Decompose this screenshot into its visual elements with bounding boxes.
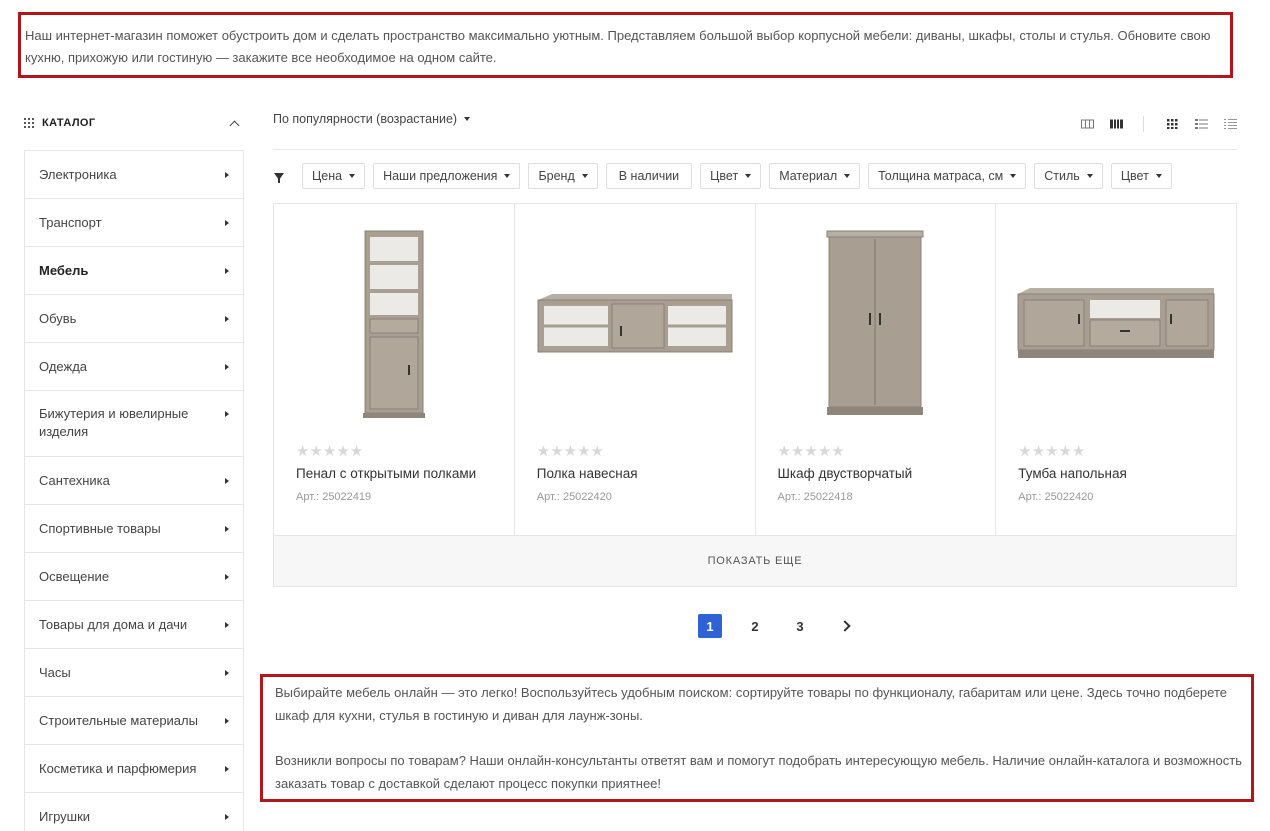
rating-stars: ★★★★★ bbox=[1018, 443, 1086, 460]
product-card[interactable]: ★★★★★ Полка навесная Арт.: 25022420 bbox=[515, 204, 756, 535]
chevron-right-icon bbox=[225, 573, 229, 580]
sort-select[interactable]: По популярности (возрастание) bbox=[273, 112, 471, 126]
catalog-title: КАТАЛОГ bbox=[42, 117, 96, 129]
chevron-right-icon bbox=[225, 219, 229, 226]
chevron-up-icon bbox=[229, 120, 240, 130]
pagination: 1 2 3 bbox=[698, 614, 851, 638]
catalog-toggle[interactable]: КАТАЛОГ bbox=[24, 112, 244, 134]
product-image[interactable] bbox=[996, 224, 1236, 424]
product-article: Арт.: 25022420 bbox=[536, 491, 612, 503]
product-name[interactable]: Полка навесная bbox=[537, 466, 638, 481]
sidebar-item-clothing[interactable]: Одежда bbox=[25, 343, 243, 391]
list-view-icon[interactable] bbox=[1195, 119, 1208, 129]
chevron-right-icon bbox=[225, 717, 229, 724]
product-card[interactable]: ★★★★★ Пенал с открытыми полками Арт.: 25… bbox=[274, 204, 515, 535]
seo-text-box: Выбирайте мебель онлайн — это легко! Вос… bbox=[260, 674, 1254, 802]
product-image[interactable] bbox=[756, 224, 996, 424]
chevron-right-icon bbox=[225, 411, 229, 417]
tile-view-icon[interactable] bbox=[1166, 119, 1179, 129]
product-card[interactable]: ★★★★★ Шкаф двустворчатый Арт.: 25022418 bbox=[756, 204, 997, 535]
rating-stars: ★★★★★ bbox=[536, 443, 604, 460]
caret-down-icon bbox=[1086, 174, 1093, 178]
rating-stars: ★★★★★ bbox=[296, 443, 364, 460]
tv-stand-image bbox=[1017, 288, 1215, 358]
caret-down-icon bbox=[464, 117, 471, 121]
chevron-right-icon bbox=[225, 621, 229, 628]
filter-our-offers[interactable]: Наши предложения bbox=[373, 163, 521, 189]
sidebar-item-watches[interactable]: Часы bbox=[25, 649, 243, 697]
grid-4-columns-icon[interactable] bbox=[1110, 119, 1123, 129]
filter-bar: Цена Наши предложения Бренд В наличии Цв… bbox=[273, 163, 1180, 189]
catalog-sidebar: Электроника Транспорт Мебель Обувь Одежд… bbox=[24, 150, 244, 831]
filter-material[interactable]: Материал bbox=[769, 163, 861, 189]
sidebar-item-building-materials[interactable]: Строительные материалы bbox=[25, 697, 243, 745]
sidebar-item-home-garden[interactable]: Товары для дома и дачи bbox=[25, 601, 243, 649]
caret-down-icon bbox=[1010, 174, 1017, 178]
view-divider bbox=[1143, 116, 1144, 132]
seo-paragraph-1: Выбирайте мебель онлайн — это легко! Вос… bbox=[275, 685, 1228, 723]
sidebar-item-toys[interactable]: Игрушки bbox=[25, 793, 243, 831]
filter-mattress-thickness[interactable]: Толщина матраса, см bbox=[868, 163, 1027, 189]
filter-color[interactable]: Цвет bbox=[700, 163, 762, 189]
sidebar-item-jewelry[interactable]: Бижутерия и ювелирные изделия bbox=[25, 391, 243, 457]
chevron-right-icon bbox=[225, 477, 229, 484]
show-more-button[interactable]: ПОКАЗАТЬ ЕЩЕ bbox=[273, 535, 1237, 587]
sidebar-item-shoes[interactable]: Обувь bbox=[25, 295, 243, 343]
product-image[interactable] bbox=[515, 224, 755, 424]
sidebar-item-sports[interactable]: Спортивные товары bbox=[25, 505, 243, 553]
product-article: Арт.: 25022418 bbox=[777, 491, 853, 503]
chevron-right-icon bbox=[225, 267, 229, 274]
sort-toolbar: По популярности (возрастание) bbox=[273, 108, 1237, 150]
page-2-button[interactable]: 2 bbox=[743, 614, 767, 638]
caret-down-icon bbox=[1155, 174, 1162, 178]
product-name[interactable]: Шкаф двустворчатый bbox=[778, 466, 913, 481]
wall-shelf-image bbox=[537, 294, 733, 353]
grid-3-columns-icon[interactable] bbox=[1081, 119, 1094, 129]
sidebar-item-lighting[interactable]: Освещение bbox=[25, 553, 243, 601]
chevron-right-icon bbox=[225, 669, 229, 676]
caret-down-icon bbox=[581, 174, 588, 178]
grid-menu-icon bbox=[24, 118, 34, 128]
chevron-right-icon bbox=[225, 171, 229, 178]
filter-in-stock[interactable]: В наличии bbox=[605, 163, 693, 189]
chevron-right-icon bbox=[225, 525, 229, 532]
sidebar-item-furniture[interactable]: Мебель bbox=[25, 247, 243, 295]
compact-list-view-icon[interactable] bbox=[1224, 119, 1237, 129]
intro-text-box: Наш интернет-магазин поможет обустроить … bbox=[18, 12, 1233, 78]
filter-brand[interactable]: Бренд bbox=[528, 163, 598, 189]
rating-stars: ★★★★★ bbox=[777, 443, 845, 460]
filter-price[interactable]: Цена bbox=[302, 163, 366, 189]
filter-style[interactable]: Стиль bbox=[1034, 163, 1103, 189]
caret-down-icon bbox=[745, 174, 752, 178]
chevron-right-icon bbox=[225, 765, 229, 772]
chevron-right-icon bbox=[225, 315, 229, 322]
seo-paragraph-2: Возникли вопросы по товарам? Наши онлайн… bbox=[275, 753, 1242, 791]
product-image[interactable] bbox=[274, 224, 514, 424]
filter-color-2[interactable]: Цвет bbox=[1110, 163, 1172, 189]
product-card[interactable]: ★★★★★ Тумба напольная Арт.: 25022420 bbox=[996, 204, 1236, 535]
caret-down-icon bbox=[844, 174, 851, 178]
chevron-right-icon[interactable] bbox=[839, 620, 851, 632]
caret-down-icon bbox=[349, 174, 356, 178]
sort-label: По популярности (возрастание) bbox=[273, 112, 458, 126]
product-name[interactable]: Тумба напольная bbox=[1018, 466, 1127, 481]
tall-shelf-cabinet-image bbox=[362, 230, 425, 418]
filter-funnel-icon[interactable] bbox=[274, 172, 284, 183]
sidebar-item-plumbing[interactable]: Сантехника bbox=[25, 457, 243, 505]
chevron-right-icon bbox=[225, 363, 229, 370]
product-article: Арт.: 25022419 bbox=[296, 491, 372, 503]
product-grid: ★★★★★ Пенал с открытыми полками Арт.: 25… bbox=[273, 203, 1237, 536]
intro-text: Наш интернет-магазин поможет обустроить … bbox=[25, 28, 1211, 65]
sidebar-item-transport[interactable]: Транспорт bbox=[25, 199, 243, 247]
page-3-button[interactable]: 3 bbox=[788, 614, 812, 638]
page-1-button[interactable]: 1 bbox=[698, 614, 722, 638]
two-door-wardrobe-image bbox=[826, 230, 924, 415]
chevron-right-icon bbox=[225, 813, 229, 820]
product-name[interactable]: Пенал с открытыми полками bbox=[296, 466, 476, 481]
product-article: Арт.: 25022420 bbox=[1018, 491, 1094, 503]
sidebar-item-electronics[interactable]: Электроника bbox=[25, 151, 243, 199]
sidebar-item-cosmetics[interactable]: Косметика и парфюмерия bbox=[25, 745, 243, 793]
caret-down-icon bbox=[504, 174, 511, 178]
view-switcher bbox=[1065, 116, 1237, 132]
